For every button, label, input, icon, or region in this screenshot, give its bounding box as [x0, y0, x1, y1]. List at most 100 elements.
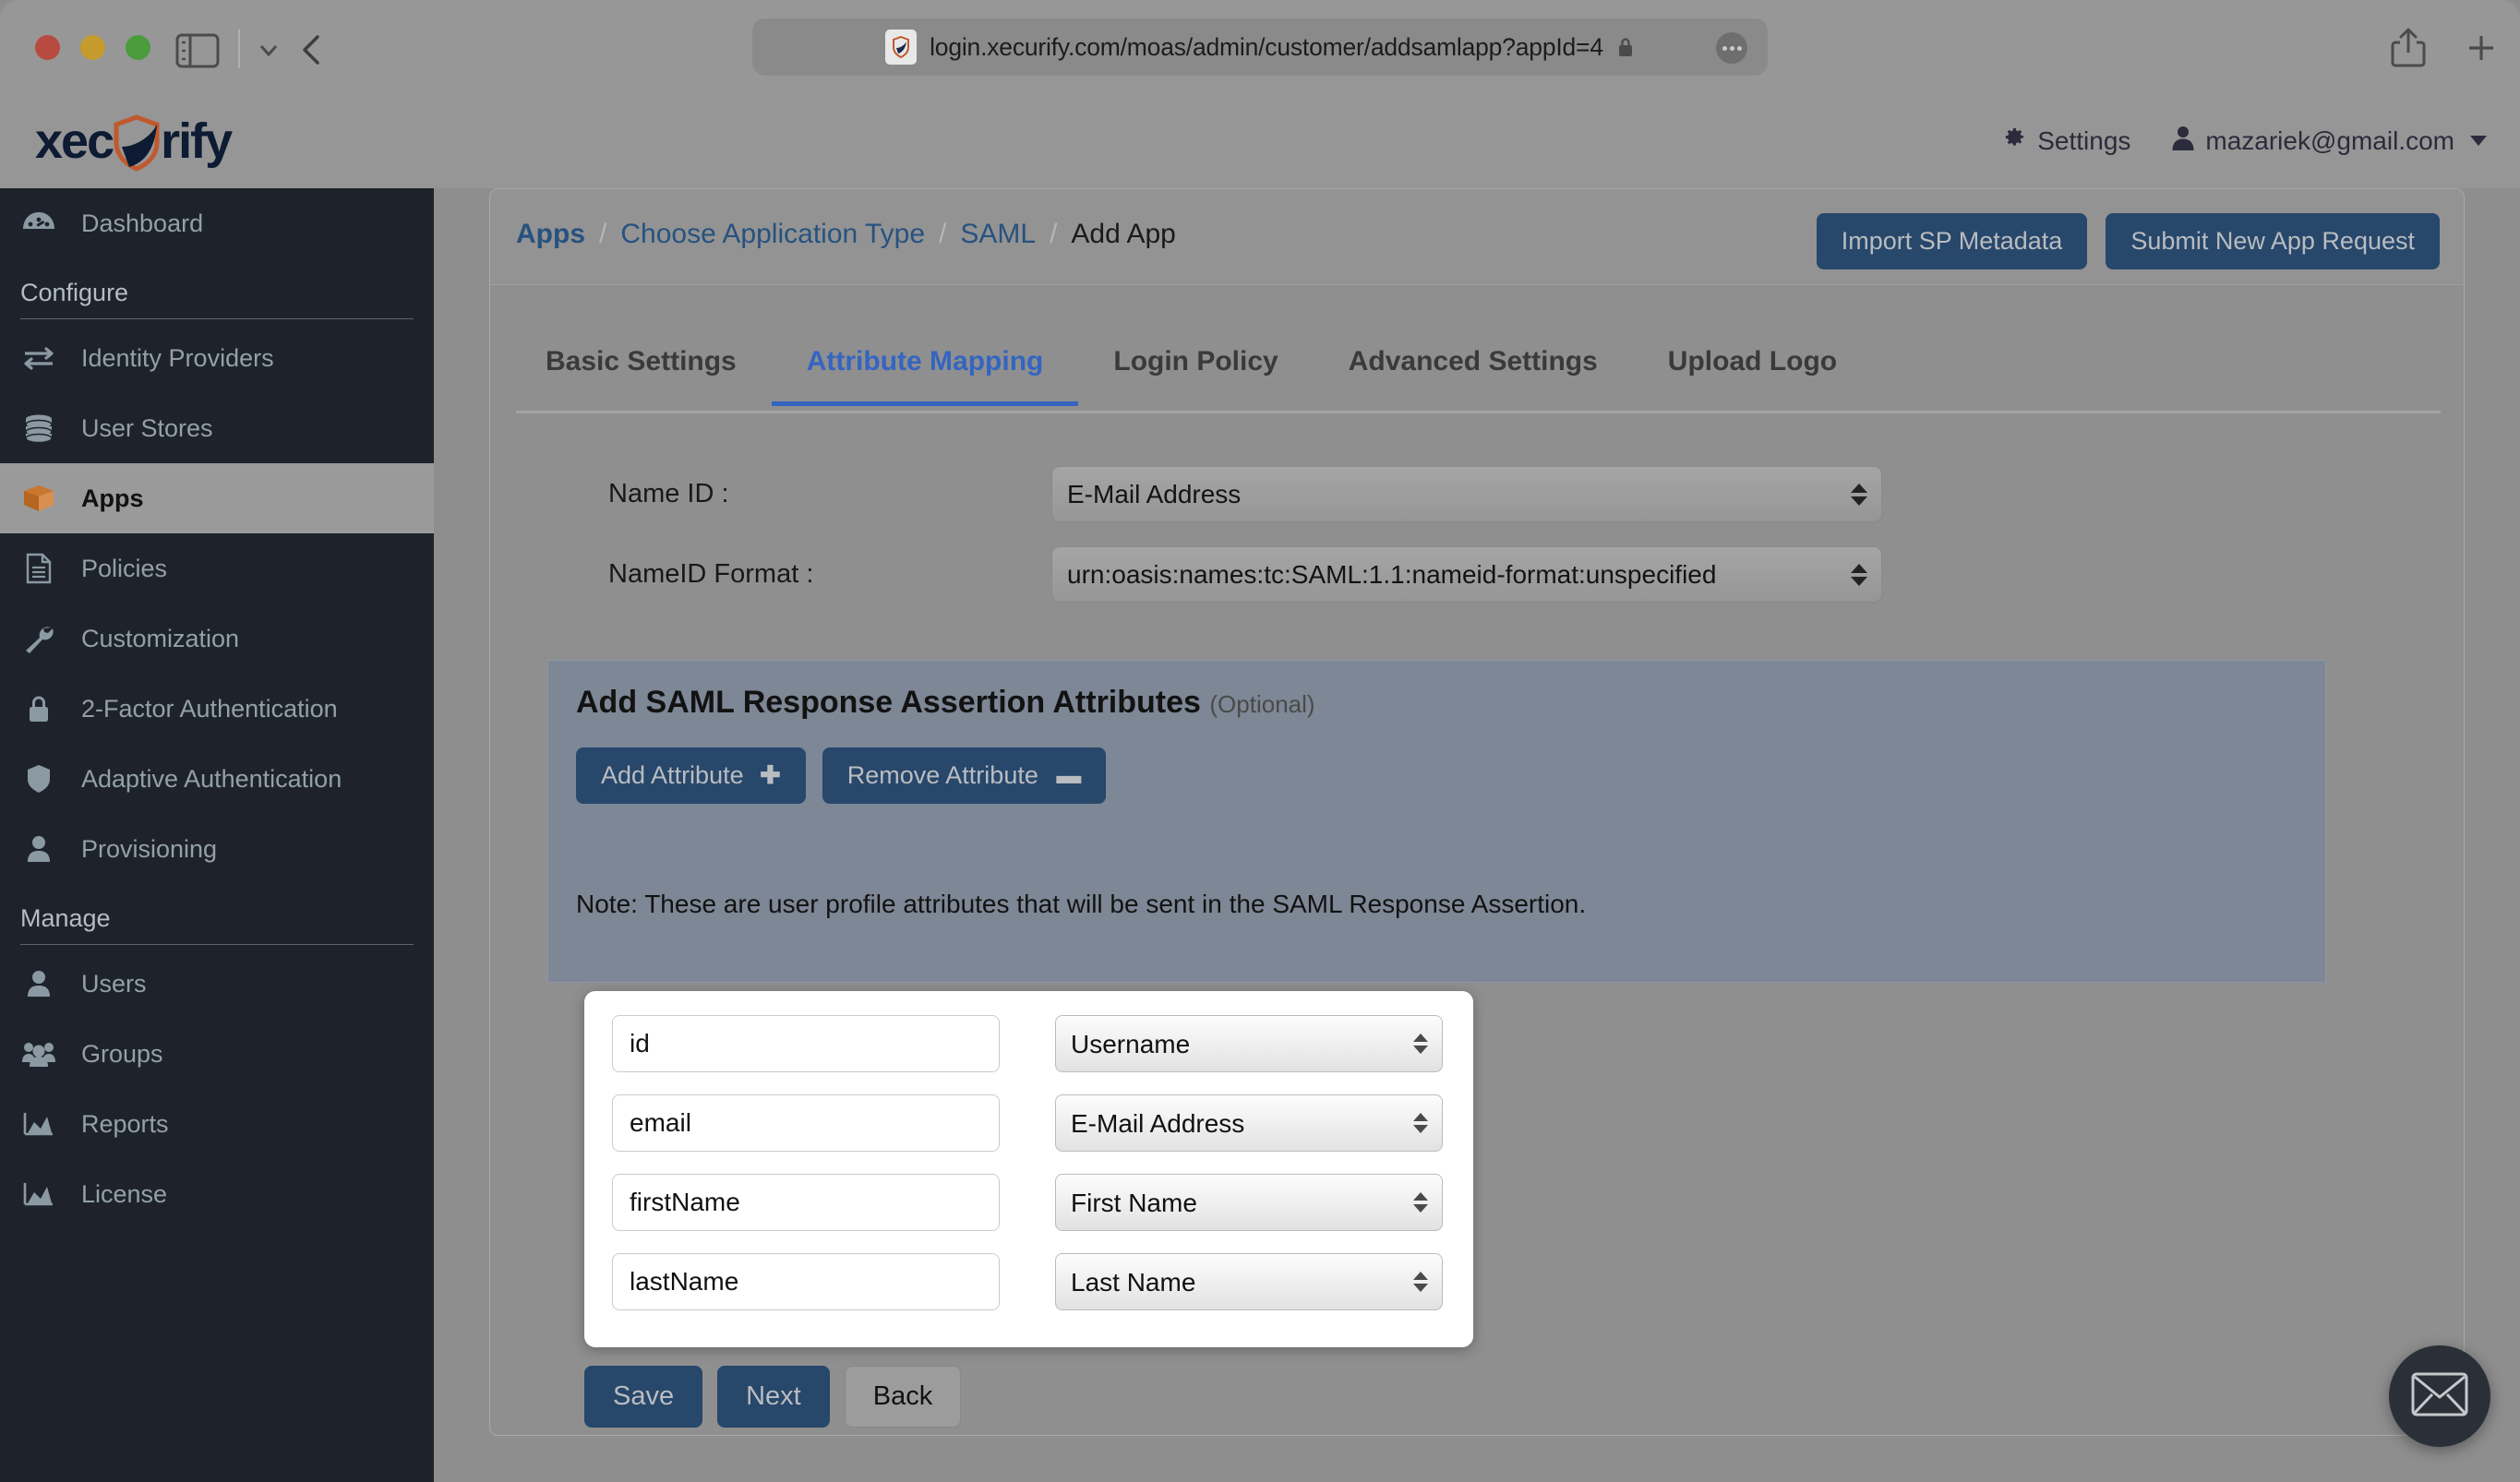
attribute-name-input[interactable] [612, 1094, 1000, 1152]
assertion-note: Note: These are user profile attributes … [576, 890, 1587, 918]
close-window-button[interactable] [35, 35, 60, 60]
settings-button[interactable]: Settings [1999, 124, 2130, 158]
sidebar-item-users[interactable]: Users [0, 949, 434, 1019]
sidebar-item-customization[interactable]: Customization [0, 604, 434, 674]
sidebar-item-label: Policies [81, 554, 168, 582]
maximize-window-button[interactable] [126, 35, 150, 60]
sidebar-item-adaptive-authentication[interactable]: Adaptive Authentication [0, 744, 434, 814]
user-menu[interactable]: mazariek@gmail.com [2171, 124, 2487, 158]
sidebar-item-2fa[interactable]: 2-Factor Authentication [0, 674, 434, 744]
name-id-select[interactable]: E-Mail Address [1051, 466, 1882, 522]
sidebar-item-user-stores[interactable]: User Stores [0, 393, 434, 463]
next-button[interactable]: Next [717, 1366, 830, 1428]
settings-label: Settings [2037, 125, 2131, 155]
nameid-format-row: NameID Format : urn:oasis:names:tc:SAML:… [608, 546, 1882, 603]
chart-icon [20, 1111, 57, 1137]
assertion-title-text: Add SAML Response Assertion Attributes [576, 685, 1201, 720]
user-icon [2171, 124, 2195, 158]
sidebar-section-manage: Manage [20, 904, 111, 932]
save-button[interactable]: Save [584, 1366, 703, 1428]
gear-icon [1999, 124, 2027, 158]
nameid-format-select[interactable]: urn:oasis:names:tc:SAML:1.1:nameid-forma… [1051, 546, 1882, 603]
add-attribute-button[interactable]: Add Attribute ✚ [576, 747, 806, 804]
xecurify-logo[interactable]: xec rify [35, 113, 233, 172]
settings-tabs: Basic Settings Attribute Mapping Login P… [516, 346, 1872, 406]
sidebar-item-label: Groups [81, 1039, 163, 1068]
attribute-row: Last Name [612, 1253, 1446, 1310]
attribute-row: Username [612, 1015, 1446, 1072]
attribute-name-input[interactable] [612, 1015, 1000, 1072]
attribute-mapping-select[interactable]: Username [1055, 1015, 1443, 1072]
tab-basic-settings[interactable]: Basic Settings [516, 346, 772, 406]
user-icon [20, 969, 57, 998]
submit-new-app-request-button[interactable]: Submit New App Request [2106, 213, 2440, 269]
tab-upload-logo[interactable]: Upload Logo [1633, 346, 1872, 406]
wrench-icon [20, 624, 57, 653]
attribute-mapping-select[interactable]: First Name [1055, 1174, 1443, 1231]
more-options-icon[interactable] [1716, 32, 1747, 64]
remove-attribute-label: Remove Attribute [846, 761, 1038, 789]
user-email-label: mazariek@gmail.com [2205, 125, 2454, 155]
tabs-underline-rule [516, 411, 2441, 413]
attribute-mapping-select-wrapper: Last Name [1055, 1253, 1443, 1310]
window-controls [35, 35, 150, 60]
sidebar-item-groups[interactable]: Groups [0, 1019, 434, 1089]
breadcrumb-saml[interactable]: SAML [960, 219, 1036, 250]
share-icon[interactable] [2388, 25, 2429, 69]
sidebar-item-provisioning[interactable]: Provisioning [0, 814, 434, 884]
header-actions: Settings mazariek@gmail.com [1999, 124, 2487, 158]
address-bar[interactable]: login.xecurify.com/moas/admin/customer/a… [752, 18, 1768, 76]
breadcrumb-current: Add App [1071, 219, 1176, 249]
import-sp-metadata-button[interactable]: Import SP Metadata [1816, 213, 2088, 269]
remove-attribute-button[interactable]: Remove Attribute ▬ [822, 747, 1107, 804]
sidebar-item-license[interactable]: License [0, 1159, 434, 1229]
chart-icon [20, 1181, 57, 1207]
attribute-mapping-select-wrapper: First Name [1055, 1174, 1443, 1231]
name-id-label: Name ID : [608, 479, 729, 508]
browser-chrome: login.xecurify.com/moas/admin/customer/a… [0, 0, 2520, 96]
logo-text-left: xec [35, 114, 114, 169]
app-header: xec rify Settings mazariek@gmail.com [0, 96, 2520, 188]
sidebar-item-label: Apps [81, 484, 144, 512]
document-icon [20, 553, 57, 584]
breadcrumb-choose-application-type[interactable]: Choose Application Type [620, 219, 925, 250]
name-id-row: Name ID : E-Mail Address [608, 466, 1882, 522]
tab-attribute-mapping[interactable]: Attribute Mapping [771, 346, 1079, 406]
breadcrumb-separator: / [1050, 219, 1058, 249]
attribute-mapping-select[interactable]: Last Name [1055, 1253, 1443, 1310]
lock-icon [20, 694, 57, 723]
back-arrow-icon[interactable] [286, 28, 340, 72]
attribute-row: E-Mail Address [612, 1094, 1446, 1152]
add-attribute-label: Add Attribute [601, 761, 744, 789]
form-action-buttons: Save Next Back [584, 1366, 962, 1428]
sidebar-item-policies[interactable]: Policies [0, 533, 434, 604]
attribute-name-input[interactable] [612, 1253, 1000, 1310]
sidebar-item-identity-providers[interactable]: Identity Providers [0, 323, 434, 393]
breadcrumb-separator: / [599, 219, 607, 249]
tab-advanced-settings[interactable]: Advanced Settings [1314, 346, 1633, 406]
database-icon [20, 413, 57, 443]
sidebar-item-label: 2-Factor Authentication [81, 694, 338, 723]
contact-support-button[interactable] [2389, 1345, 2490, 1447]
sidebar-item-apps[interactable]: Apps [0, 463, 434, 533]
lock-icon [1616, 35, 1635, 59]
sidebar-item-label: Users [81, 969, 147, 998]
nameid-format-select-wrapper: urn:oasis:names:tc:SAML:1.1:nameid-forma… [1051, 546, 1882, 603]
sidebar-divider [20, 944, 414, 945]
assertion-panel-title: Add SAML Response Assertion Attributes (… [576, 685, 1315, 721]
minimize-window-button[interactable] [80, 35, 105, 60]
attribute-name-input[interactable] [612, 1174, 1000, 1231]
nameid-format-label: NameID Format : [608, 559, 814, 589]
sidebar-item-label: License [81, 1179, 168, 1208]
attribute-mapping-select-wrapper: E-Mail Address [1055, 1094, 1443, 1152]
plus-icon: ✚ [760, 761, 781, 789]
new-tab-icon[interactable] [2463, 30, 2500, 66]
attribute-mapping-select[interactable]: E-Mail Address [1055, 1094, 1443, 1152]
chevron-down-icon[interactable] [247, 33, 290, 68]
back-button[interactable]: Back [844, 1366, 962, 1428]
sidebar-item-reports[interactable]: Reports [0, 1089, 434, 1159]
sidebar-item-dashboard[interactable]: Dashboard [0, 188, 434, 258]
tab-login-policy[interactable]: Login Policy [1078, 346, 1313, 406]
sidebar-toggle-icon[interactable] [175, 33, 220, 68]
breadcrumb-apps[interactable]: Apps [516, 219, 585, 250]
